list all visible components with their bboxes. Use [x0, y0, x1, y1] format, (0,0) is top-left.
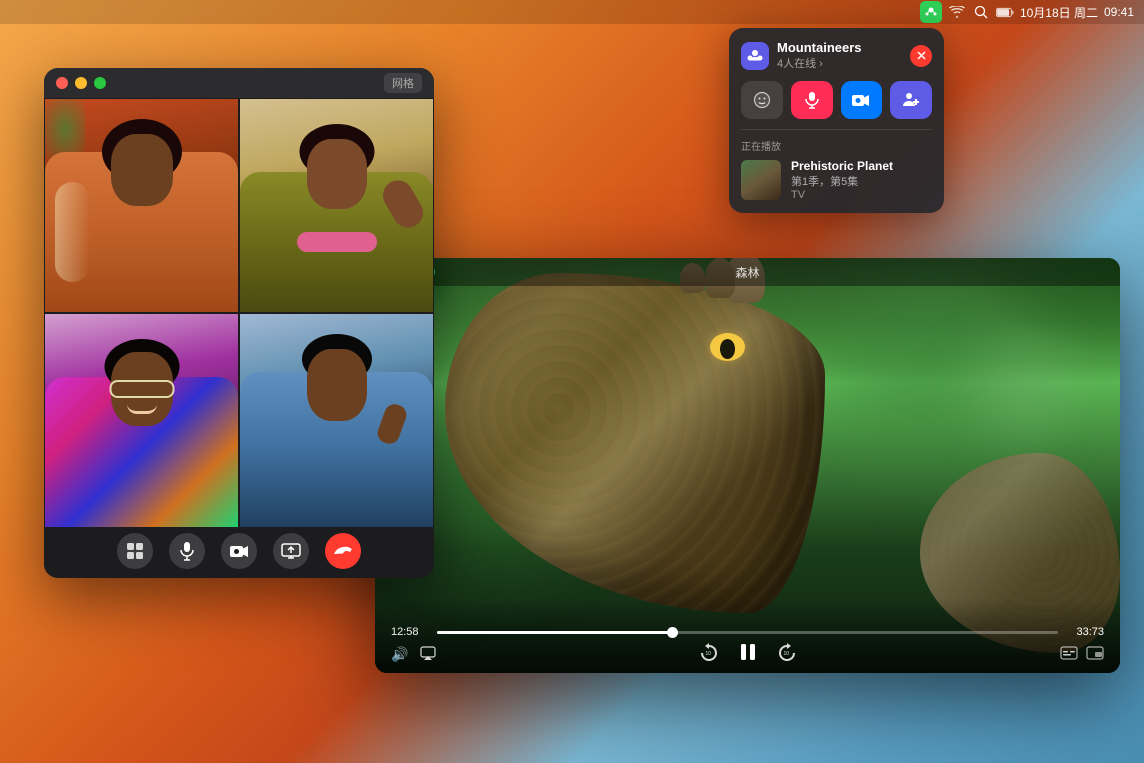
card-header: Mountaineers 4人在线 › — [741, 40, 932, 71]
facetime-video-cell-1 — [44, 98, 239, 313]
tv-window: 森林 — [375, 258, 1120, 673]
facetime-grid-btn[interactable] — [117, 533, 153, 569]
video-controls: 12:58 33:73 🔊 — [375, 598, 1120, 673]
np-source: TV — [791, 189, 893, 201]
playback-right-controls — [1060, 646, 1104, 663]
dinosaur-eye — [710, 333, 745, 361]
facetime-video-cell-3 — [44, 313, 239, 528]
facetime-window: 网格 — [44, 68, 434, 578]
svg-text:10: 10 — [783, 651, 789, 657]
facetime-end-call-btn[interactable] — [325, 533, 361, 569]
np-episode: 第1季，第5集 — [791, 173, 893, 189]
skip-forward-icon[interactable]: 10 — [777, 642, 797, 667]
np-info: Prehistoric Planet 第1季，第5集 TV — [791, 159, 893, 201]
facetime-window-controls — [56, 77, 106, 89]
dinosaur-body — [445, 273, 825, 613]
emoji-reaction-btn[interactable] — [741, 81, 783, 119]
svg-text:10: 10 — [705, 651, 711, 657]
battery-icon — [996, 3, 1014, 21]
current-time: 12:58 — [391, 626, 427, 638]
participant-4-video — [240, 314, 433, 527]
np-thumbnail — [741, 160, 781, 200]
facetime-camera-btn[interactable] — [221, 533, 257, 569]
wifi-icon — [948, 3, 966, 21]
participant-2-video — [240, 99, 433, 312]
card-divider — [741, 129, 932, 130]
total-time: 33:73 — [1068, 626, 1104, 638]
airplay-icon[interactable] — [420, 646, 436, 663]
card-title-area: Mountaineers 4人在线 › — [741, 40, 862, 71]
facetime-minimize-btn[interactable] — [75, 77, 87, 89]
play-pause-btn[interactable] — [737, 641, 759, 669]
group-name: Mountaineers — [777, 40, 862, 55]
facetime-video-cell-2 — [239, 98, 434, 313]
progress-fill — [437, 631, 673, 634]
mute-mic-btn[interactable] — [791, 81, 833, 119]
facetime-layout-button[interactable]: 网格 — [384, 73, 422, 93]
shareplay-card: Mountaineers 4人在线 › — [729, 28, 944, 213]
search-icon[interactable] — [972, 3, 990, 21]
menubar: 10月18日 周二 09:41 — [0, 0, 1144, 24]
card-title-info: Mountaineers 4人在线 › — [777, 40, 862, 71]
online-count: 4人在线 › — [777, 55, 862, 71]
now-playing-content: Prehistoric Planet 第1季，第5集 TV — [741, 159, 932, 201]
tv-video-content: 12:58 33:73 🔊 — [375, 258, 1120, 673]
facetime-controls — [44, 528, 434, 578]
camera-toggle-btn[interactable] — [841, 81, 883, 119]
dinosaur-head-main — [445, 273, 825, 613]
now-playing-label: 正在播放 — [741, 138, 932, 153]
facetime-close-btn[interactable] — [56, 77, 68, 89]
progress-track[interactable] — [437, 631, 1058, 634]
volume-icon[interactable]: 🔊 — [391, 646, 408, 663]
facetime-mic-btn[interactable] — [169, 533, 205, 569]
skip-back-icon[interactable]: 10 — [699, 642, 719, 667]
np-title: Prehistoric Planet — [791, 159, 893, 173]
card-actions — [741, 81, 932, 119]
progress-bar-area: 12:58 33:73 — [391, 626, 1104, 638]
playback-left-controls: 🔊 — [391, 646, 436, 663]
np-thumb-inner — [741, 160, 781, 200]
participant-1-video — [45, 99, 238, 312]
tv-window-title: 森林 — [735, 264, 759, 281]
facetime-video-cell-4 — [239, 313, 434, 528]
facetime-screenshare-btn[interactable] — [273, 533, 309, 569]
playback-controls-bar: 🔊 — [391, 646, 1104, 663]
progress-thumb[interactable] — [667, 627, 678, 638]
dinosaur-pupil — [720, 339, 735, 359]
participant-3-video — [45, 314, 238, 527]
desktop: 10月18日 周二 09:41 网格 — [0, 0, 1144, 763]
plant-decoration — [45, 99, 85, 159]
facetime-video-grid — [44, 98, 434, 528]
shareplay-menu-icon[interactable] — [920, 1, 942, 23]
tv-titlebar: 森林 — [375, 258, 1120, 286]
menubar-datetime: 10月18日 周二 — [1020, 4, 1098, 21]
add-person-btn[interactable] — [890, 81, 932, 119]
facetime-titlebar: 网格 — [44, 68, 434, 98]
pip-icon[interactable] — [1086, 646, 1104, 663]
card-close-btn[interactable] — [910, 45, 932, 67]
menubar-right: 10月18日 周二 09:41 — [920, 1, 1134, 23]
menubar-time: 09:41 — [1104, 5, 1134, 19]
subtitles-icon[interactable] — [1060, 646, 1078, 663]
group-avatar-icon — [741, 42, 769, 70]
facetime-fullscreen-btn[interactable] — [94, 77, 106, 89]
dinosaur-scene: 12:58 33:73 🔊 — [375, 258, 1120, 673]
